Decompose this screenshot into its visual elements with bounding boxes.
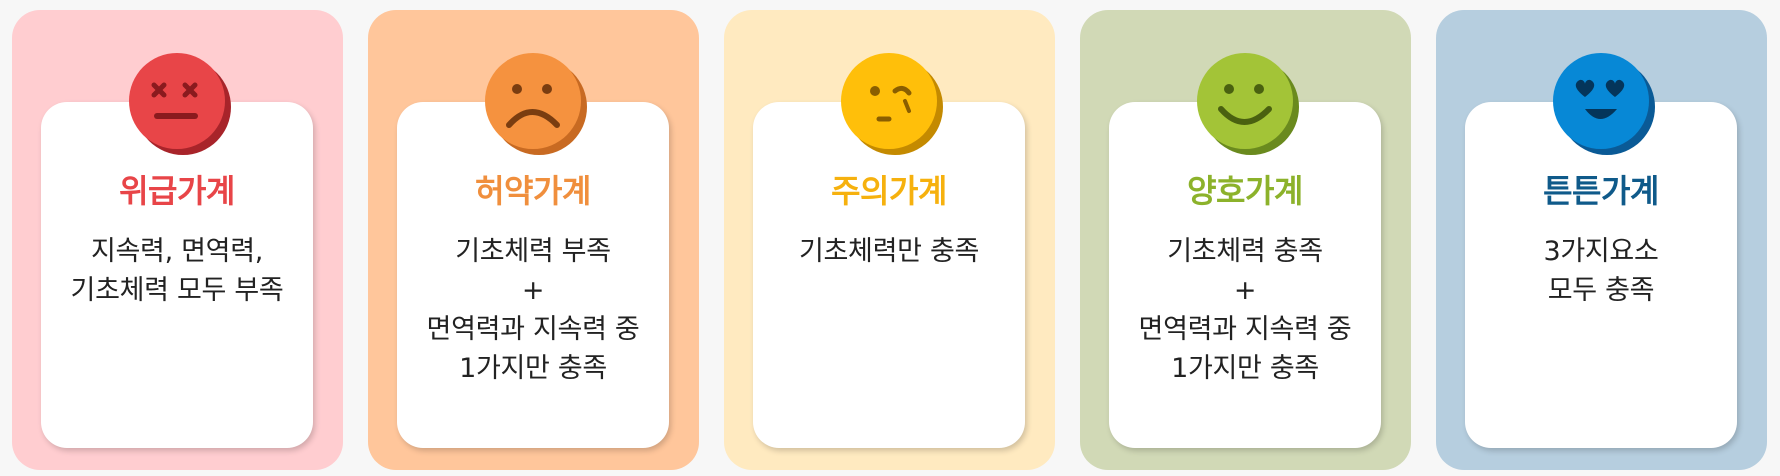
card-weak: 허약가계 기초체력 부족 + 면역력과 지속력 중 1가지만 충족 bbox=[368, 10, 699, 470]
dizzy-face-icon bbox=[123, 47, 233, 157]
card-caution: 주의가계 기초체력만 충족 bbox=[724, 10, 1055, 470]
card-title: 주의가계 bbox=[831, 172, 947, 210]
smile-face-icon bbox=[1191, 47, 1301, 157]
card-description: 기초체력 부족 + 면역력과 지속력 중 1가지만 충족 bbox=[426, 236, 640, 384]
sad-face-icon bbox=[479, 47, 589, 157]
card-description: 기초체력만 충족 bbox=[798, 236, 980, 267]
card-description: 3가지요소 모두 충족 bbox=[1543, 236, 1659, 306]
card-title: 위급가계 bbox=[119, 172, 235, 210]
card-title: 양호가계 bbox=[1187, 172, 1303, 210]
card-description: 지속력, 면역력, 기초체력 모두 부족 bbox=[70, 236, 284, 306]
heart-eyes-face-icon bbox=[1547, 47, 1657, 157]
card-good: 양호가계 기초체력 충족 + 면역력과 지속력 중 1가지만 충족 bbox=[1080, 10, 1411, 470]
worried-face-icon bbox=[835, 47, 945, 157]
card-critical: 위급가계 지속력, 면역력, 기초체력 모두 부족 bbox=[12, 10, 343, 470]
card-description: 기초체력 충족 + 면역력과 지속력 중 1가지만 충족 bbox=[1138, 236, 1352, 384]
card-title: 튼튼가계 bbox=[1543, 172, 1659, 210]
card-strong: 튼튼가계 3가지요소 모두 충족 bbox=[1436, 10, 1767, 470]
card-title: 허약가계 bbox=[475, 172, 591, 210]
